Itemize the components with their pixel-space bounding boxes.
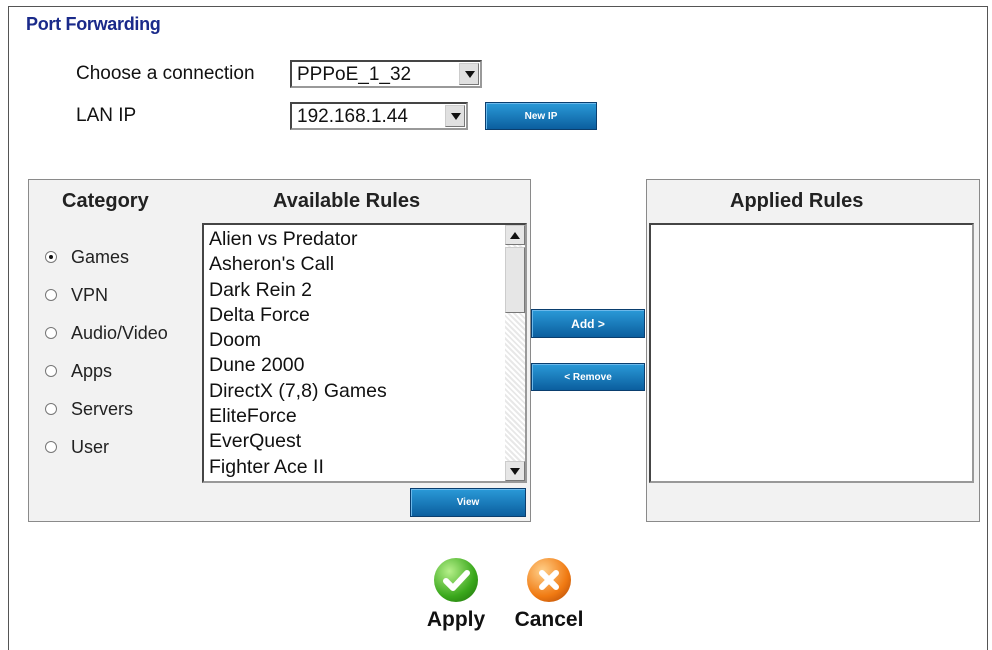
lan-ip-select[interactable]: 192.168.1.44: [290, 102, 468, 130]
category-option-label: Games: [71, 246, 130, 267]
check-icon[interactable]: [434, 558, 478, 602]
list-item[interactable]: Asheron's Call: [209, 252, 503, 277]
category-option-apps[interactable]: Apps: [45, 360, 112, 382]
list-item[interactable]: DirectX (7,8) Games: [209, 379, 503, 404]
category-option-vpn[interactable]: VPN: [45, 284, 108, 306]
applied-rules-list[interactable]: [649, 223, 974, 483]
scrollbar[interactable]: [505, 225, 525, 481]
radio[interactable]: [45, 403, 57, 415]
category-option-user[interactable]: User: [45, 436, 109, 458]
radio-selected[interactable]: [45, 251, 57, 263]
list-item[interactable]: Alien vs Predator: [209, 227, 503, 252]
connection-value: PPPoE_1_32: [297, 64, 412, 85]
radio[interactable]: [45, 365, 57, 377]
scrollbar-thumb[interactable]: [505, 247, 525, 313]
radio[interactable]: [45, 441, 57, 453]
apply-label: Apply: [426, 608, 486, 631]
list-item[interactable]: Delta Force: [209, 303, 503, 328]
list-item[interactable]: Fighter Ace II: [209, 455, 503, 480]
list-item[interactable]: Dark Rein 2: [209, 278, 503, 303]
list-item[interactable]: Dune 2000: [209, 353, 503, 378]
category-header: Category: [62, 190, 149, 212]
scroll-down-icon[interactable]: [505, 461, 525, 481]
category-option-label: User: [71, 436, 110, 457]
list-item[interactable]: EliteForce: [209, 404, 503, 429]
available-rules-header: Available Rules: [273, 190, 421, 212]
lan-ip-value: 192.168.1.44: [297, 106, 408, 127]
available-rules-list[interactable]: Alien vs Predator Asheron's Call Dark Re…: [202, 223, 527, 483]
category-option-label: Servers: [71, 398, 134, 419]
chevron-down-icon[interactable]: [459, 63, 479, 85]
cancel-label: Cancel: [514, 608, 584, 631]
list-item[interactable]: EverQuest: [209, 429, 503, 454]
category-option-games[interactable]: Games: [45, 246, 129, 268]
connection-label: Choose a connection: [76, 63, 255, 84]
category-option-servers[interactable]: Servers: [45, 398, 133, 420]
view-button[interactable]: View: [410, 488, 526, 517]
x-icon[interactable]: [527, 558, 571, 602]
lan-ip-label: LAN IP: [76, 105, 137, 126]
radio[interactable]: [45, 289, 57, 301]
page-title: Port Forwarding: [26, 14, 161, 34]
list-item[interactable]: Doom: [209, 328, 503, 353]
applied-rules-header: Applied Rules: [730, 190, 864, 212]
radio[interactable]: [45, 327, 57, 339]
remove-button[interactable]: < Remove: [531, 363, 645, 391]
category-option-audio-video[interactable]: Audio/Video: [45, 322, 168, 344]
cancel-button[interactable]: Cancel: [504, 558, 594, 632]
scroll-up-icon[interactable]: [505, 225, 525, 245]
category-option-label: Audio/Video: [71, 322, 168, 343]
add-button[interactable]: Add >: [531, 309, 645, 338]
apply-button[interactable]: Apply: [411, 558, 501, 632]
connection-select[interactable]: PPPoE_1_32: [290, 60, 482, 88]
chevron-down-icon[interactable]: [445, 105, 465, 127]
category-option-label: Apps: [71, 360, 113, 381]
category-option-label: VPN: [71, 284, 109, 305]
new-ip-button[interactable]: New IP: [485, 102, 597, 130]
